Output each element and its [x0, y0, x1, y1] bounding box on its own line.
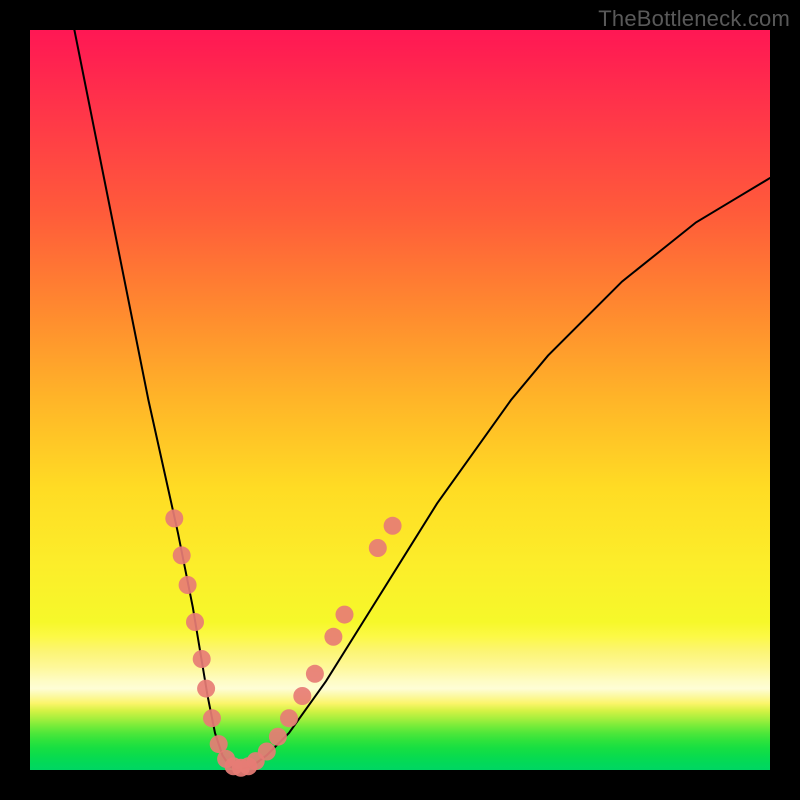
data-point: [280, 709, 298, 727]
watermark-text: TheBottleneck.com: [598, 6, 790, 32]
bottleneck-curve: [74, 30, 770, 770]
data-point: [203, 709, 221, 727]
chart-svg: [30, 30, 770, 770]
data-point: [173, 546, 191, 564]
data-points-group: [165, 509, 401, 776]
data-point: [165, 509, 183, 527]
data-point: [186, 613, 204, 631]
data-point: [293, 687, 311, 705]
chart-frame: [30, 30, 770, 770]
data-point: [269, 728, 287, 746]
data-point: [258, 743, 276, 761]
data-point: [369, 539, 387, 557]
data-point: [384, 517, 402, 535]
data-point: [193, 650, 211, 668]
data-point: [336, 606, 354, 624]
data-point: [324, 628, 342, 646]
data-point: [197, 680, 215, 698]
data-point: [179, 576, 197, 594]
data-point: [306, 665, 324, 683]
